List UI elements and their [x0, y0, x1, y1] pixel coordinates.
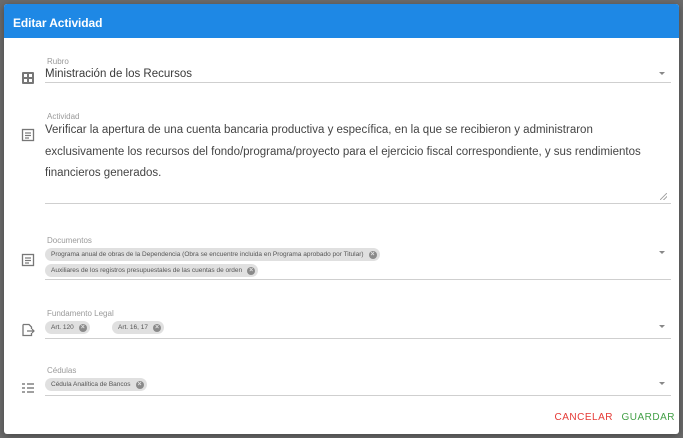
cancel-button[interactable]: CANCELAR [555, 412, 613, 423]
documentos-row: Documentos Programa anual de obras de la… [4, 236, 679, 281]
resize-handle[interactable] [660, 193, 667, 200]
actividad-row: Actividad Verificar la apertura de una c… [4, 111, 679, 206]
remove-chip-icon[interactable]: × [153, 323, 161, 332]
remove-chip-icon[interactable]: × [78, 323, 87, 332]
chip-label: Cédula Analítica de Bancos [51, 381, 131, 388]
dialog-title: Editar Actividad [4, 4, 679, 38]
cedula-chip[interactable]: Cédula Analítica de Bancos × [45, 378, 147, 391]
actividad-line: exclusivamente los recursos del fondo/pr… [45, 145, 641, 158]
edit-activity-dialog: Editar Actividad Rubro Ministración de l… [4, 4, 679, 434]
documento-chip[interactable]: Programa anual de obras de la Dependenci… [45, 248, 380, 261]
save-button[interactable]: GUARDAR [621, 412, 675, 423]
chip-label: Art. 120 [51, 324, 74, 331]
chevron-down-icon [659, 251, 665, 254]
remove-chip-icon[interactable]: × [135, 380, 144, 389]
rubro-value: Ministración de los Recursos [45, 68, 193, 80]
actividad-line: financieros generados. [45, 167, 162, 179]
cedulas-label: Cédulas [47, 366, 77, 375]
rubro-row: Rubro Ministración de los Recursos [4, 56, 679, 86]
rubro-label: Rubro [47, 57, 69, 66]
chevron-down-icon [659, 382, 665, 385]
cedulas-row: Cédulas Cédula Analítica de Bancos × [4, 366, 679, 398]
cedulas-select[interactable]: Cédulas Cédula Analítica de Bancos × [45, 366, 671, 396]
documentos-select[interactable]: Documentos Programa anual de obras de la… [45, 236, 671, 280]
fundamento-chip[interactable]: Art. 16, 17 × [112, 321, 164, 334]
remove-chip-icon[interactable]: × [368, 250, 377, 259]
fundamento-label: Fundamento Legal [47, 309, 114, 318]
fundamento-select[interactable]: Fundamento Legal Art. 120 × Art. 16, 17 … [45, 309, 671, 339]
chip-label: Auxiliares de los registros presupuestal… [51, 267, 243, 274]
table-icon [21, 71, 35, 85]
actividad-text: Verificar la apertura de una cuenta banc… [45, 120, 665, 185]
actividad-textarea[interactable]: Actividad Verificar la apertura de una c… [45, 111, 671, 204]
chip-label: Art. 16, 17 [118, 324, 148, 331]
actividad-line: Verificar la apertura de una cuenta banc… [45, 124, 593, 136]
document-icon [21, 253, 35, 267]
fundamento-chip[interactable]: Art. 120 × [45, 321, 90, 334]
document-icon [21, 128, 35, 142]
chevron-down-icon [659, 325, 665, 328]
fundamento-row: Fundamento Legal Art. 120 × Art. 16, 17 … [4, 309, 679, 341]
list-icon [21, 381, 35, 395]
file-export-icon [21, 323, 35, 337]
chip-label: Programa anual de obras de la Dependenci… [51, 251, 364, 258]
rubro-select[interactable]: Rubro Ministración de los Recursos [45, 56, 671, 83]
dialog-actions: CANCELAR GUARDAR [4, 404, 679, 434]
remove-chip-icon[interactable]: × [247, 266, 256, 275]
documentos-label: Documentos [47, 236, 92, 245]
chevron-down-icon [659, 72, 665, 75]
documento-chip[interactable]: Auxiliares de los registros presupuestal… [45, 264, 259, 277]
